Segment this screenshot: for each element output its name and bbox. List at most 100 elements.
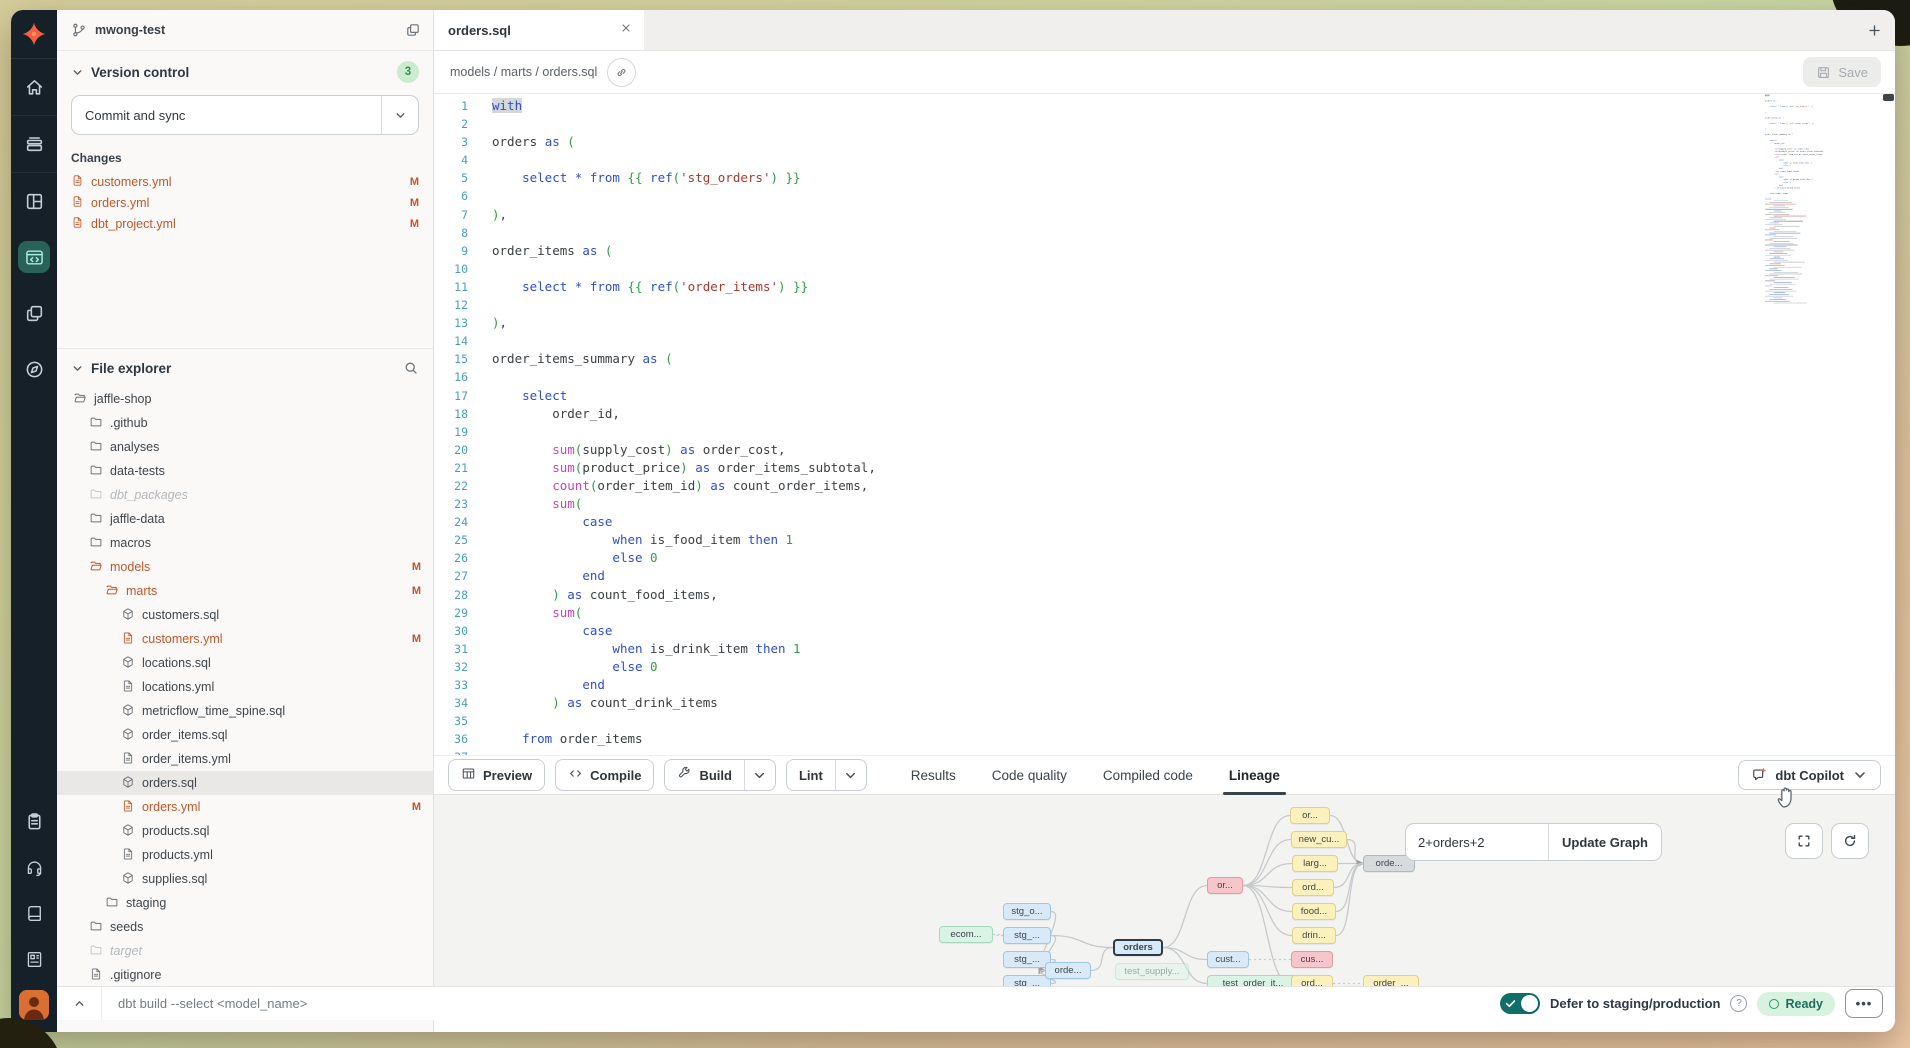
- ready-status-badge[interactable]: Ready: [1757, 992, 1835, 1016]
- lineage-panel[interactable]: ecom...stg_o...stg_...stg_...stg_...orde…: [434, 795, 1895, 1000]
- lineage-node-stg2[interactable]: stg_...: [1003, 927, 1051, 944]
- code-line: sum(product_price) as order_items_subtot…: [492, 459, 1895, 477]
- lineage-node-y3[interactable]: larg...: [1292, 855, 1338, 872]
- folder-open-icon: [89, 559, 103, 576]
- lineage-node-y6[interactable]: drin...: [1292, 927, 1336, 944]
- close-tab-icon[interactable]: [620, 21, 632, 39]
- tree-item-target[interactable]: target: [57, 939, 433, 963]
- rail-workspace-icon[interactable]: [11, 936, 57, 982]
- tree-item-dbt-packages[interactable]: dbt_packages: [57, 483, 433, 507]
- commit-options-chevron[interactable]: [381, 96, 418, 134]
- lineage-node-stg3[interactable]: stg_...: [1003, 951, 1051, 968]
- lineage-node-y5[interactable]: food...: [1292, 903, 1336, 920]
- preview-button[interactable]: Preview: [448, 759, 545, 791]
- compile-button[interactable]: Compile: [555, 759, 654, 791]
- tree-item--gitignore[interactable]: .gitignore: [57, 963, 433, 987]
- lineage-node-cust[interactable]: cust...: [1207, 951, 1249, 968]
- lineage-node-testsup[interactable]: test_supply...: [1115, 963, 1189, 980]
- tree-item-supplies-sql[interactable]: supplies.sql: [57, 867, 433, 891]
- changed-file[interactable]: dbt_project.ymlM: [71, 213, 419, 234]
- tree-item-macros[interactable]: macros: [57, 531, 433, 555]
- dbt-copilot-button[interactable]: dbt Copilot: [1738, 760, 1881, 790]
- tree-item-locations-sql[interactable]: locations.sql: [57, 651, 433, 675]
- copy-icon[interactable]: [405, 22, 421, 38]
- save-button[interactable]: Save: [1803, 57, 1881, 87]
- lineage-node-y2[interactable]: new_cu...: [1291, 831, 1347, 848]
- tree-item--github[interactable]: .github: [57, 411, 433, 435]
- tree-item-orders-sql[interactable]: orders.sql: [57, 771, 433, 795]
- tree-item-jaffle-data[interactable]: jaffle-data: [57, 507, 433, 531]
- tree-item-products-yml[interactable]: products.yml: [57, 843, 433, 867]
- changed-file[interactable]: orders.ymlM: [71, 192, 419, 213]
- refresh-button[interactable]: [1831, 823, 1869, 859]
- tree-item-metricflow-time-spine-sql[interactable]: metricflow_time_spine.sql: [57, 699, 433, 723]
- lint-label: Lint: [799, 768, 823, 783]
- lineage-node-orders[interactable]: orders: [1113, 939, 1163, 956]
- rail-tasks-icon[interactable]: [11, 798, 57, 844]
- lineage-node-ecom[interactable]: ecom...: [939, 926, 993, 943]
- more-options-button[interactable]: •••: [1845, 989, 1883, 1018]
- tree-item-data-tests[interactable]: data-tests: [57, 459, 433, 483]
- build-options-chevron[interactable]: [744, 760, 775, 790]
- build-button[interactable]: Build: [664, 759, 776, 791]
- lineage-node-cusp[interactable]: cus...: [1291, 951, 1333, 968]
- lint-button[interactable]: Lint: [786, 759, 867, 791]
- tab-compiled-code[interactable]: Compiled code: [1103, 756, 1193, 794]
- tree-item-seeds[interactable]: seeds: [57, 915, 433, 939]
- user-avatar[interactable]: [19, 990, 49, 1020]
- version-control-panel: Version control 3 Commit and sync Change…: [57, 51, 433, 349]
- editor-toolbar: Preview Compile Build Lint Results Code qual…: [434, 755, 1895, 795]
- tree-item-marts[interactable]: martsM: [57, 579, 433, 603]
- expand-console-button[interactable]: [57, 987, 102, 1020]
- lineage-node-y1[interactable]: or...: [1290, 807, 1330, 824]
- scrollbar-thumb[interactable]: [1883, 94, 1894, 101]
- rail-catalog-icon[interactable]: [11, 173, 57, 229]
- help-icon[interactable]: ?: [1730, 995, 1747, 1012]
- rail-ide-icon[interactable]: [11, 229, 57, 285]
- new-tab-button[interactable]: [1853, 10, 1895, 50]
- tree-item-models[interactable]: modelsM: [57, 555, 433, 579]
- version-control-header[interactable]: Version control 3: [71, 61, 419, 83]
- modified-badge: M: [410, 176, 419, 188]
- file-explorer-header[interactable]: File explorer: [57, 349, 433, 387]
- update-graph-button[interactable]: Update Graph: [1548, 824, 1661, 860]
- lineage-selector-input[interactable]: [1406, 824, 1548, 860]
- tree-item-products-sql[interactable]: products.sql: [57, 819, 433, 843]
- commit-and-sync-button[interactable]: Commit and sync: [71, 95, 419, 135]
- tree-item-orders-yml[interactable]: orders.ymlM: [57, 795, 433, 819]
- folder-open-icon: [73, 391, 87, 408]
- dbt-logo[interactable]: [11, 10, 57, 59]
- lineage-node-orhub[interactable]: or...: [1207, 877, 1243, 894]
- changed-file[interactable]: customers.ymlM: [71, 171, 419, 192]
- tree-item-staging[interactable]: staging: [57, 891, 433, 915]
- tree-item-locations-yml[interactable]: locations.yml: [57, 675, 433, 699]
- rail-deploy-icon[interactable]: [11, 116, 57, 173]
- lineage-node-stg1[interactable]: stg_o...: [1003, 903, 1051, 920]
- tree-item-analyses[interactable]: analyses: [57, 435, 433, 459]
- rail-explore-icon[interactable]: [11, 341, 57, 397]
- fullscreen-button[interactable]: [1785, 823, 1823, 859]
- tree-item-customers-sql[interactable]: customers.sql: [57, 603, 433, 627]
- rail-docs-icon[interactable]: [11, 890, 57, 936]
- tab-results[interactable]: Results: [911, 756, 956, 794]
- lineage-node-ord2[interactable]: orde...: [1045, 962, 1091, 979]
- lint-options-chevron[interactable]: [835, 760, 866, 790]
- doc-icon: [121, 751, 135, 768]
- copy-relation-icon[interactable]: [607, 58, 636, 87]
- command-input[interactable]: dbt build --select <model_name>: [118, 996, 307, 1011]
- lineage-selector-group: Update Graph: [1405, 823, 1662, 861]
- tab-orders-sql[interactable]: orders.sql: [434, 10, 644, 50]
- tree-item-jaffle-shop[interactable]: jaffle-shop: [57, 387, 433, 411]
- tab-code-quality[interactable]: Code quality: [992, 756, 1067, 794]
- rail-support-icon[interactable]: [11, 844, 57, 890]
- search-icon[interactable]: [403, 360, 419, 376]
- defer-toggle[interactable]: [1500, 993, 1540, 1014]
- tab-lineage[interactable]: Lineage: [1229, 756, 1280, 794]
- rail-orchestration-icon[interactable]: [11, 285, 57, 341]
- rail-home-icon[interactable]: [11, 59, 57, 116]
- code-editor[interactable]: 1234567891011121314151617181920212223242…: [434, 94, 1895, 755]
- tree-item-customers-yml[interactable]: customers.ymlM: [57, 627, 433, 651]
- lineage-node-y4[interactable]: ord...: [1292, 879, 1334, 896]
- tree-item-order-items-yml[interactable]: order_items.yml: [57, 747, 433, 771]
- tree-item-order-items-sql[interactable]: order_items.sql: [57, 723, 433, 747]
